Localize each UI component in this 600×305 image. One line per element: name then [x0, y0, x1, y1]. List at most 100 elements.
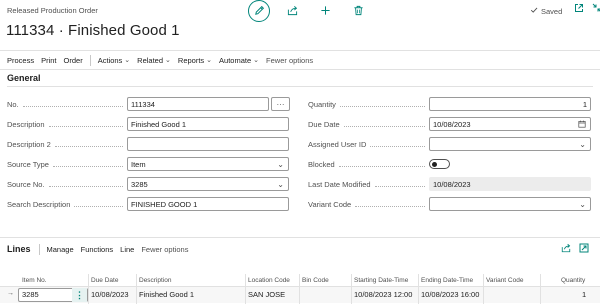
lines-action-bar: Lines Manage Functions Line Fewer option… — [0, 241, 600, 257]
grid-column-line — [351, 274, 352, 304]
chevron-down-icon: ⌄ — [253, 57, 260, 64]
actions-label: Actions — [97, 55, 123, 65]
related-label: Related — [137, 55, 164, 65]
quantity-field[interactable]: 1 — [429, 97, 591, 111]
field-source-type-label-row: Source Type — [7, 157, 127, 171]
lines-expand-button[interactable] — [579, 243, 589, 255]
chevron-down-icon: ⌄ — [206, 57, 213, 64]
action-separator — [89, 54, 91, 66]
share-icon — [561, 243, 571, 255]
edit-button[interactable] — [248, 0, 270, 22]
label-leader — [355, 201, 425, 207]
table-row[interactable] — [0, 287, 600, 303]
col-header-quantity[interactable]: Quantity — [561, 277, 585, 284]
lines-line-menu[interactable]: Line — [120, 245, 134, 254]
automate-label: Automate — [219, 55, 252, 65]
action-fewer-options[interactable]: Fewer options — [266, 56, 313, 65]
field-label-description2: Description 2 — [7, 139, 51, 149]
field-label-search-description: Search Description — [7, 199, 71, 209]
label-leader — [48, 121, 123, 127]
cell-quantity[interactable]: 1 — [582, 290, 586, 299]
field-description-label-row: Description — [7, 117, 127, 131]
col-header-bin-code[interactable]: Bin Code — [302, 277, 329, 284]
source-type-select[interactable]: Item ⌄ — [127, 157, 289, 171]
blocked-toggle[interactable] — [429, 159, 450, 169]
description-field[interactable]: Finished Good 1 — [127, 117, 289, 131]
grid-column-line — [245, 274, 246, 304]
lines-title[interactable]: Lines — [7, 244, 31, 254]
field-quantity-label-row: Quantity — [308, 97, 429, 111]
action-related-menu[interactable]: Related ⌄ — [137, 56, 171, 65]
action-process[interactable]: Process — [7, 56, 34, 65]
due-date-field[interactable]: 10/08/2023 — [429, 117, 591, 131]
col-header-ending[interactable]: Ending Date-Time — [421, 277, 473, 284]
col-header-due-date[interactable]: Due Date — [91, 277, 118, 284]
vertical-ellipsis-icon: ⋮ — [75, 289, 84, 300]
field-label-no: No. — [7, 99, 19, 109]
grid-column-line — [483, 274, 484, 304]
field-last-modified-label-row: Last Date Modified — [308, 177, 429, 191]
label-leader — [52, 161, 123, 167]
label-leader — [338, 161, 425, 167]
chevron-down-icon: ⌄ — [579, 200, 586, 209]
row-menu-button[interactable]: ⋮ — [72, 288, 87, 302]
lines-manage-menu[interactable]: Manage — [47, 245, 74, 254]
col-header-variant-code[interactable]: Variant Code — [486, 277, 523, 284]
share-button[interactable] — [281, 0, 303, 22]
action-order[interactable]: Order — [64, 56, 83, 65]
grid-column-line — [418, 274, 419, 304]
field-label-variant-code: Variant Code — [308, 199, 352, 209]
window-controls — [574, 3, 600, 15]
no-field[interactable]: 111334 — [127, 97, 269, 111]
cell-starting[interactable]: 10/08/2023 12:00 — [354, 290, 412, 299]
search-description-field[interactable]: FINISHED GOOD 1 — [127, 197, 289, 211]
action-actions-menu[interactable]: Actions ⌄ — [98, 56, 130, 65]
action-reports-menu[interactable]: Reports ⌄ — [178, 56, 212, 65]
description2-field[interactable] — [127, 137, 289, 151]
action-automate-menu[interactable]: Automate ⌄ — [219, 56, 259, 65]
field-label-last-modified: Last Date Modified — [308, 179, 371, 189]
divider — [0, 237, 600, 238]
lines-share-button[interactable] — [561, 243, 571, 255]
col-header-location-code[interactable]: Location Code — [248, 277, 290, 284]
field-source-no-label-row: Source No. — [7, 177, 127, 191]
variant-code-select[interactable]: ⌄ — [429, 197, 591, 211]
assigned-user-select[interactable]: ⌄ — [429, 137, 591, 151]
label-leader — [74, 201, 123, 207]
col-header-starting[interactable]: Starting Date-Time — [354, 277, 408, 284]
grid-column-line — [299, 274, 300, 304]
collapse-icon[interactable] — [592, 3, 600, 15]
label-leader — [374, 181, 425, 187]
delete-button[interactable] — [347, 0, 369, 22]
cell-description[interactable]: Finished Good 1 — [139, 290, 194, 299]
lines-fewer-options[interactable]: Fewer options — [141, 245, 188, 254]
field-label-assigned-user: Assigned User ID — [308, 139, 367, 149]
pencil-icon — [254, 5, 265, 18]
source-no-select[interactable]: 3285 ⌄ — [127, 177, 289, 191]
no-lookup-button[interactable]: ··· — [271, 97, 290, 111]
field-blocked-label-row: Blocked — [308, 157, 429, 171]
lines-functions-menu[interactable]: Functions — [81, 245, 114, 254]
due-date-value: 10/08/2023 — [433, 119, 471, 129]
cell-location-code[interactable]: SAN JOSE — [248, 290, 285, 299]
chevron-down-icon: ⌄ — [165, 57, 171, 64]
grid-column-line — [540, 274, 541, 304]
field-assigned-user-label-row: Assigned User ID — [308, 137, 429, 151]
chevron-down-icon: ⌄ — [579, 140, 586, 149]
saved-status: Saved — [530, 6, 562, 16]
col-header-item-no[interactable]: Item No. — [22, 277, 47, 284]
action-bar: Process Print Order Actions ⌄ Related ⌄ Re… — [0, 51, 600, 69]
cell-ending[interactable]: 10/08/2023 16:00 — [421, 290, 479, 299]
reports-label: Reports — [177, 55, 205, 65]
cell-due-date[interactable]: 10/08/2023 — [91, 290, 129, 299]
plus-icon — [320, 5, 331, 18]
open-in-new-window-icon[interactable] — [574, 3, 584, 15]
calendar-icon[interactable] — [578, 120, 586, 130]
col-header-description[interactable]: Description — [139, 277, 172, 284]
breadcrumb: Released Production Order — [7, 6, 98, 15]
action-print[interactable]: Print — [41, 56, 56, 65]
source-no-value: 3285 — [131, 179, 148, 189]
new-button[interactable] — [314, 0, 336, 22]
section-general-title[interactable]: General — [7, 73, 41, 83]
label-leader — [54, 141, 123, 147]
